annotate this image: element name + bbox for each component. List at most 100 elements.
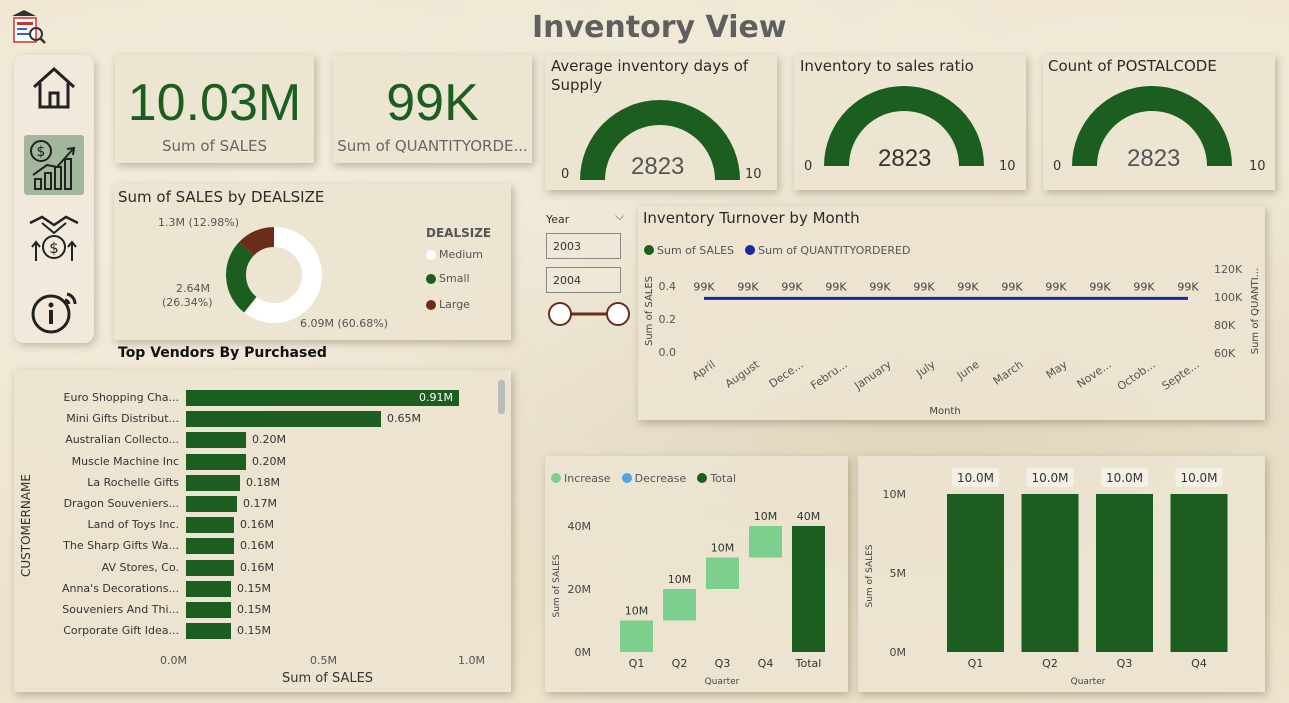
vendor-bar[interactable] (186, 432, 246, 449)
donut-slice-large[interactable] (239, 227, 275, 257)
legend-medium[interactable]: Medium (426, 248, 483, 261)
gauge-card-postalcode: Count of POSTALCODE 2823 0 10 (1043, 55, 1275, 190)
x-axis-label: Month (929, 406, 960, 417)
quarter-bar (947, 494, 1004, 652)
donut-chart (226, 227, 322, 323)
svg-text:$: $ (37, 144, 46, 160)
vendors-x-label: Sum of SALES (282, 671, 374, 686)
vendor-bar[interactable] (186, 559, 234, 576)
donut-label-large: 1.3M (12.98%) (158, 216, 240, 229)
vendor-name: Dragon Souveniers... (63, 497, 179, 510)
nav-home-button[interactable] (24, 57, 84, 117)
bar-label: 10M (754, 510, 778, 523)
vendor-bar[interactable] (186, 474, 240, 491)
x-tick: Q2 (672, 657, 688, 670)
vendor-bar[interactable] (186, 496, 237, 512)
vendor-bar[interactable] (186, 538, 234, 555)
page-title: Inventory View (532, 10, 787, 45)
vendor-bar[interactable] (186, 517, 234, 534)
donut-title: Sum of SALES by DEALSIZE (118, 188, 325, 206)
y-axis-label: Sum of SALES (552, 554, 562, 617)
bar-label: 10.0M (1106, 471, 1143, 485)
kpi-card-quantity: 99K Sum of QUANTITYORDE... (333, 55, 532, 163)
x-tick: Q2 (1042, 657, 1058, 670)
vendor-name: Mini Gifts Distribut... (66, 412, 179, 426)
kpi-card-sales: 10.03M Sum of SALES (115, 55, 314, 163)
kpi-label: Sum of QUANTITYORDE... (337, 137, 528, 155)
slicer-start-input[interactable]: 2003 (546, 233, 621, 259)
turnover-chart-card: Inventory Turnover by Month Sum of SALES… (638, 206, 1265, 420)
vendor-value: 0.20M (252, 433, 286, 447)
y-left-tick: 0.0 (659, 346, 677, 359)
chevron-down-icon[interactable]: ⌵ (615, 209, 624, 224)
vendor-value: 0.16M (240, 539, 274, 553)
x-axis-label: Quarter (1071, 677, 1106, 687)
vendor-value: 0.18M (246, 475, 280, 489)
donut-card-dealsize: Sum of SALES by DEALSIZE 1.3M (12.98%) 2… (114, 184, 511, 340)
vendors-x-tick: 0.5M (310, 654, 337, 667)
x-tick-month: August (723, 357, 763, 390)
vendor-name: Australian Collecto... (65, 433, 179, 447)
waterfall-bar (620, 620, 653, 652)
x-tick-month: March (991, 358, 1026, 388)
vendor-value: 0.15M (237, 581, 271, 595)
legend-large[interactable]: Large (426, 298, 470, 311)
y-tick: 5M (890, 567, 907, 580)
x-tick-month: May (1044, 358, 1070, 382)
nav-sales-button[interactable]: $ (24, 135, 84, 195)
vendor-bar[interactable] (186, 623, 231, 640)
point-label: 99K (1177, 280, 1199, 293)
x-tick-month: Dece... (767, 358, 806, 391)
kpi-label: Sum of SALES (161, 137, 268, 155)
point-label: 99K (913, 280, 935, 293)
point-label: 99K (693, 280, 715, 293)
vendor-bar[interactable] (186, 580, 231, 597)
legend-small[interactable]: Small (426, 272, 470, 285)
side-navigation: $ $ (14, 55, 94, 343)
vendors-bars: Euro Shopping Cha... 0.91M Mini Gifts Dist… (14, 390, 494, 650)
info-icon (31, 292, 77, 334)
waterfall-bar (792, 526, 825, 652)
year-range-slider[interactable] (546, 300, 632, 328)
vendor-bar[interactable] (186, 411, 381, 428)
nav-vendors-button[interactable]: $ (24, 207, 84, 267)
point-label: 99K (781, 280, 803, 293)
x-tick-month: April (690, 358, 718, 383)
vendors-chart-card: CUSTOMERNAME Euro Shopping Cha... 0.91M Mi… (14, 370, 511, 692)
donut-label-small-pct: (26.34%) (162, 296, 213, 309)
bar-label: 10.0M (1031, 471, 1068, 485)
vendor-name: Anna's Decorations... (61, 581, 179, 595)
gauge-title: Inventory to sales ratio (800, 57, 974, 75)
x-tick: Q1 (629, 657, 645, 670)
bar-label: 10M (625, 605, 649, 618)
gauge-min: 0 (804, 159, 813, 174)
bar-label: 40M (797, 510, 821, 523)
vendor-bar[interactable] (186, 453, 246, 470)
y-tick: 20M (568, 583, 592, 596)
x-axis-label: Quarter (705, 677, 740, 687)
handshake-money-icon: $ (29, 215, 79, 261)
gauge-min: 0 (561, 167, 570, 182)
x-tick: Q3 (1117, 657, 1133, 670)
y-right-label: Sum of QUANTI... (1250, 268, 1261, 355)
gauge-card-inventory-ratio: Inventory to sales ratio 2823 0 10 (794, 55, 1026, 190)
waterfall-bar (749, 526, 782, 558)
point-label: 99K (825, 280, 847, 293)
bar-label: 10M (711, 542, 735, 555)
app-logo (8, 8, 48, 48)
donut-slice-small[interactable] (226, 242, 257, 313)
slicer-end-input[interactable]: 2004 (546, 267, 621, 293)
vendor-value: 0.65M (387, 412, 421, 426)
home-icon (32, 66, 76, 109)
donut-label-medium: 6.09M (60.68%) (300, 317, 389, 330)
x-tick-month: Febru... (808, 358, 849, 392)
nav-info-button[interactable] (24, 281, 84, 341)
vendor-name: Corporate Gift Idea... (63, 624, 179, 638)
scrollbar-thumb[interactable] (498, 380, 505, 414)
slicer-title: Year (546, 213, 570, 226)
vendor-bar[interactable] (186, 602, 231, 618)
x-tick: Q1 (968, 657, 984, 670)
bar-label: 10.0M (957, 471, 994, 485)
quarter-bar (1021, 494, 1079, 652)
gauge-value: 2823 (1127, 145, 1181, 172)
